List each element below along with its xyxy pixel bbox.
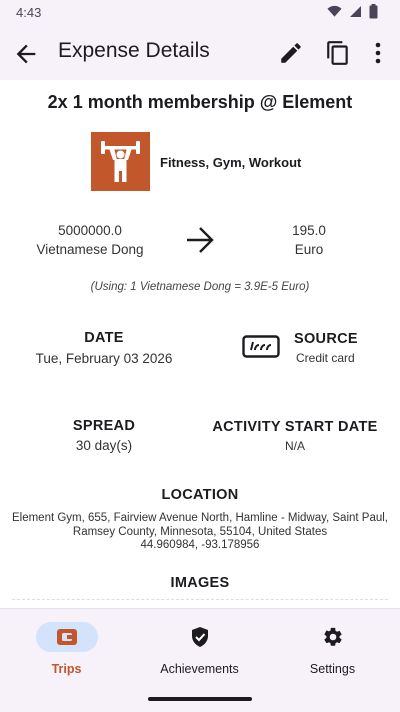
converted-currency: Euro xyxy=(294,242,324,257)
converted-amount-value: 195.0 xyxy=(292,223,326,238)
copy-icon[interactable] xyxy=(325,40,351,66)
activity-start-value: N/A xyxy=(284,439,305,453)
gesture-handle[interactable] xyxy=(148,697,252,701)
spread-value: 30 day(s) xyxy=(75,438,133,453)
weightlifting-icon xyxy=(101,141,140,182)
nav-label-achievements: Achievements xyxy=(160,662,239,676)
exchange-rate-note: (Using: 1 Vietnamese Dong = 3.9E-5 Euro) xyxy=(90,281,310,293)
date-label: DATE xyxy=(84,330,124,346)
date-value: Tue, February 03 2026 xyxy=(35,351,173,366)
status-icons xyxy=(327,4,378,19)
source-label: SOURCE xyxy=(294,331,358,347)
images-strip[interactable] xyxy=(12,599,388,602)
gear-icon xyxy=(323,627,342,646)
badge-check-icon xyxy=(191,627,208,647)
top-app-bar: Expense Details xyxy=(0,26,400,80)
nav-item-achievements[interactable]: Achievements xyxy=(133,622,266,676)
back-arrow-icon[interactable] xyxy=(12,40,40,68)
location-label: LOCATION xyxy=(161,487,239,503)
activity-start-label: ACTIVITY START DATE xyxy=(212,419,378,435)
spread-label: SPREAD xyxy=(72,418,136,434)
source-value: Credit card xyxy=(296,351,355,365)
status-time: 4:43 xyxy=(16,5,42,20)
original-currency: Vietnamese Dong xyxy=(36,242,144,257)
nav-label-settings: Settings xyxy=(309,662,356,676)
nav-label-trips: Trips xyxy=(51,662,82,676)
category-badge xyxy=(91,132,150,191)
location-line-1: Element Gym, 655, Fairview Avenue North,… xyxy=(11,512,389,524)
arrow-right-icon xyxy=(187,227,214,253)
wallet-icon xyxy=(56,629,77,645)
original-amount-value: 5000000.0 xyxy=(58,223,122,238)
images-label: IMAGES xyxy=(170,575,230,591)
wifi-icon xyxy=(327,5,342,17)
expense-title: 2x 1 month membership @ Element xyxy=(47,92,353,112)
credit-card-icon xyxy=(242,335,280,358)
location-coordinates: 44.960984, -93.178956 xyxy=(140,539,260,551)
location-address: Element Gym, 655, Fairview Avenue North,… xyxy=(0,512,400,553)
battery-icon xyxy=(369,4,378,19)
signal-icon xyxy=(350,6,361,17)
more-vert-icon[interactable] xyxy=(368,40,388,66)
original-amount: 5000000.0 Vietnamese Dong xyxy=(10,221,170,259)
status-bar: 4:43 xyxy=(0,0,400,26)
nav-active-indicator xyxy=(35,622,98,652)
converted-amount: 195.0 Euro xyxy=(229,221,389,259)
location-line-2: Ramsey County, Minnesota, 55104, United … xyxy=(72,525,328,538)
nav-item-trips[interactable]: Trips xyxy=(0,622,133,676)
page-title: Expense Details xyxy=(58,39,210,62)
expense-details-content[interactable]: 2x 1 month membership @ Element Fitness,… xyxy=(0,80,400,608)
category-label: Fitness, Gym, Workout xyxy=(160,155,302,170)
nav-item-settings[interactable]: Settings xyxy=(266,622,399,676)
edit-pencil-icon[interactable] xyxy=(278,40,304,66)
